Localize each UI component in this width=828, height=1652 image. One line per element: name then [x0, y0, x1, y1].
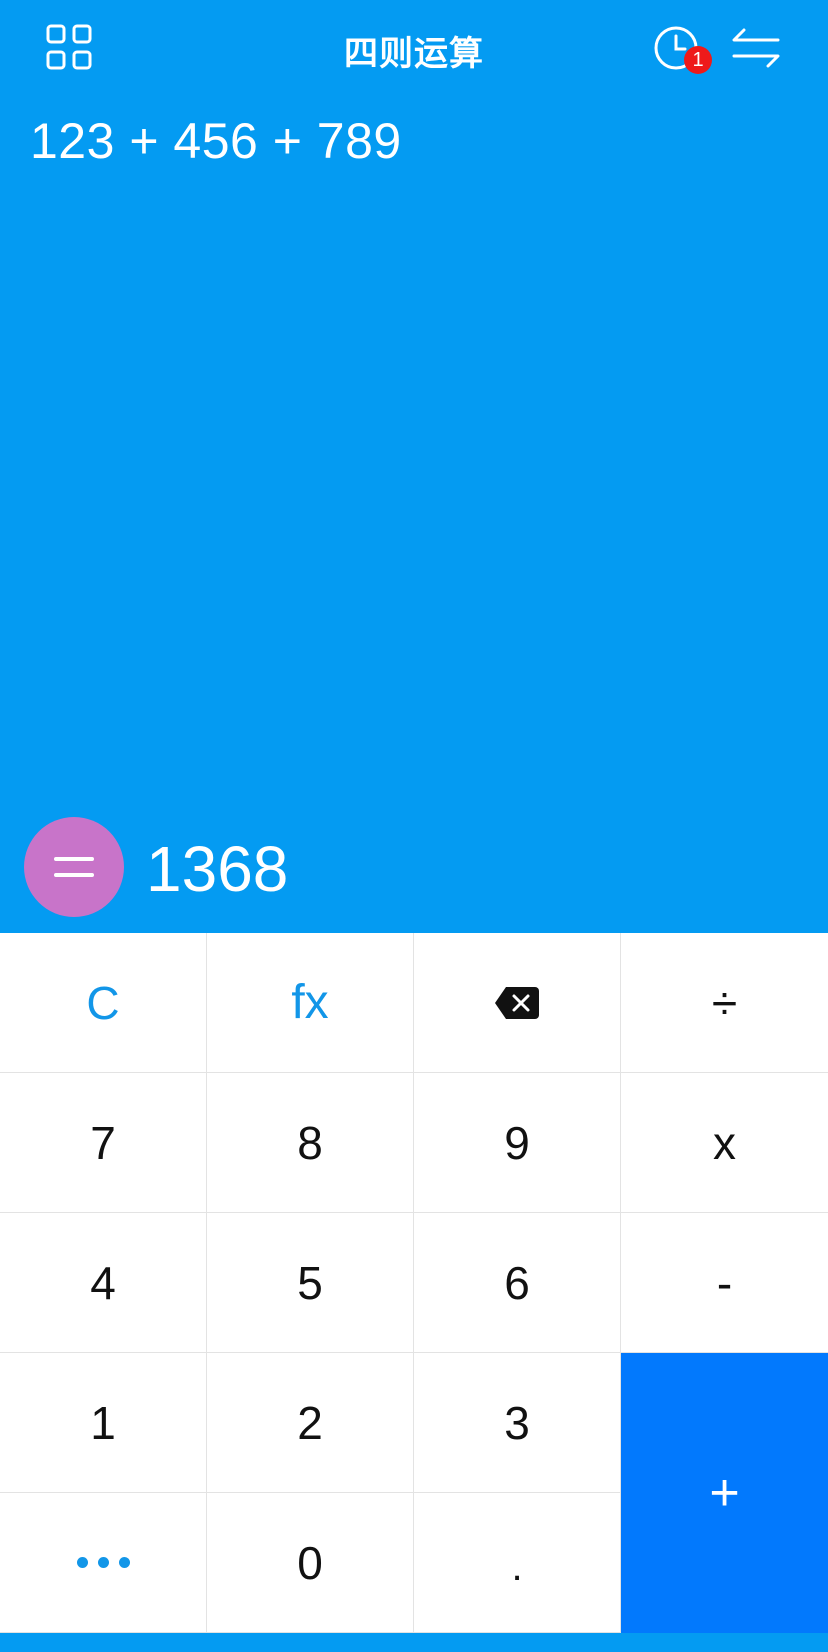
key-6[interactable]: 6	[414, 1213, 621, 1353]
function-button[interactable]: fx	[207, 933, 414, 1073]
key-7[interactable]: 7	[0, 1073, 207, 1213]
more-button[interactable]	[0, 1493, 207, 1633]
subtract-button[interactable]: -	[621, 1213, 828, 1353]
decimal-point-button[interactable]: .	[414, 1493, 621, 1633]
display-area: 四则运算 1 123 + 456 + 789 1368	[0, 0, 828, 933]
result-text: 1368	[146, 833, 289, 905]
add-button[interactable]: +	[621, 1353, 828, 1633]
key-4[interactable]: 4	[0, 1213, 207, 1353]
keypad: C fx ÷ 7 8 9 x 4 5 6 - 1 2 3 + 0 .	[0, 933, 828, 1633]
key-5[interactable]: 5	[207, 1213, 414, 1353]
top-bar: 四则运算 1	[0, 0, 828, 100]
divide-button[interactable]: ÷	[621, 933, 828, 1073]
more-dots-icon	[76, 1557, 130, 1568]
bottom-strip	[0, 1633, 828, 1652]
backspace-button[interactable]	[414, 933, 621, 1073]
expression-text: 123 + 456 + 789	[30, 113, 402, 169]
equals-button[interactable]	[24, 817, 124, 917]
key-0[interactable]: 0	[207, 1493, 414, 1633]
key-2[interactable]: 2	[207, 1353, 414, 1493]
equals-icon-bottom-bar	[54, 873, 94, 877]
backspace-icon	[495, 986, 539, 1019]
key-8[interactable]: 8	[207, 1073, 414, 1213]
clear-button[interactable]: C	[0, 933, 207, 1073]
key-9[interactable]: 9	[414, 1073, 621, 1213]
key-1[interactable]: 1	[0, 1353, 207, 1493]
equals-icon-top-bar	[54, 857, 94, 861]
history-count-badge: 1	[684, 46, 712, 74]
multiply-button[interactable]: x	[621, 1073, 828, 1213]
key-3[interactable]: 3	[414, 1353, 621, 1493]
swap-arrows-icon[interactable]	[730, 26, 782, 70]
